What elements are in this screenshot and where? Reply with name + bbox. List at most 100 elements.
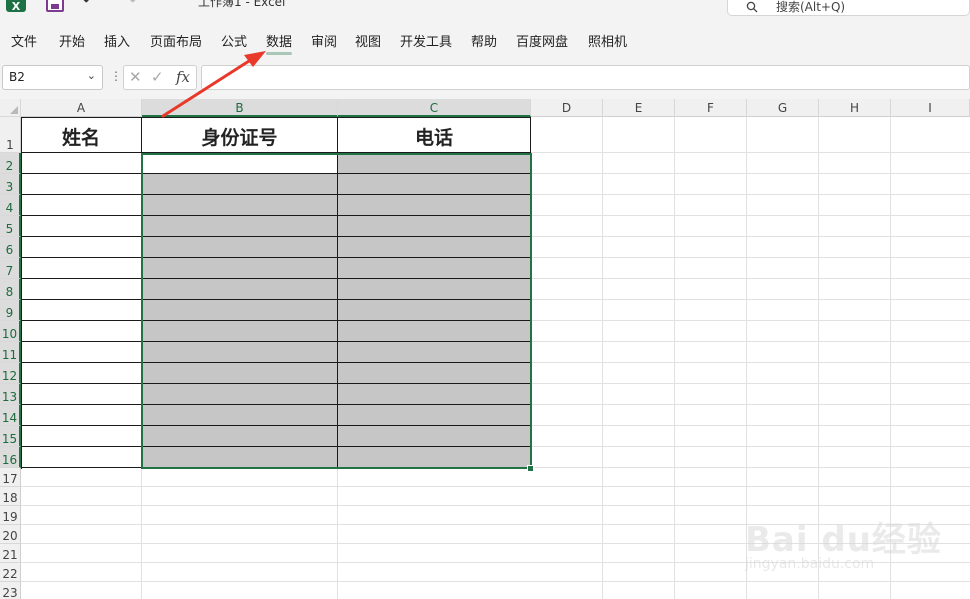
column-header-c[interactable]: C — [338, 99, 531, 117]
row-header-20[interactable]: 20 — [0, 525, 21, 544]
tab-baidu-netdisk[interactable]: 百度网盘 — [516, 31, 568, 50]
cell-b2[interactable] — [142, 153, 338, 174]
cell-a11[interactable] — [21, 342, 142, 363]
column-header-e[interactable]: E — [603, 99, 675, 117]
row-header-17[interactable]: 17 — [0, 468, 21, 487]
tab-data[interactable]: 数据 — [266, 31, 293, 55]
cell-b6[interactable] — [142, 237, 338, 258]
tab-camera[interactable]: 照相机 — [588, 31, 627, 50]
cell-a16[interactable] — [21, 447, 142, 468]
fill-handle[interactable] — [527, 465, 534, 472]
row-header-13[interactable]: 13 — [0, 384, 21, 405]
cell-c3[interactable] — [338, 174, 531, 195]
cell-c5[interactable] — [338, 216, 531, 237]
column-header-h[interactable]: H — [819, 99, 891, 117]
tab-formulas[interactable]: 公式 — [221, 31, 247, 50]
row-header-7[interactable]: 7 — [0, 258, 21, 279]
cell-a13[interactable] — [21, 384, 142, 405]
cell-a5[interactable] — [21, 216, 142, 237]
cell-c2[interactable] — [338, 153, 531, 174]
row-header-12[interactable]: 12 — [0, 363, 21, 384]
cell-a1[interactable]: 姓名 — [21, 117, 142, 153]
name-box[interactable]: B2 ⌄ — [2, 65, 103, 90]
row-header-21[interactable]: 21 — [0, 544, 21, 563]
cell-c11[interactable] — [338, 342, 531, 363]
select-all-button[interactable] — [0, 99, 21, 117]
cell-b13[interactable] — [142, 384, 338, 405]
row-header-8[interactable]: 8 — [0, 279, 21, 300]
cell-a2[interactable] — [21, 153, 142, 174]
fx-icon[interactable]: fx — [176, 68, 190, 86]
row-header-6[interactable]: 6 — [0, 237, 21, 258]
cell-b9[interactable] — [142, 300, 338, 321]
undo-icon[interactable]: ↶ ˅ — [82, 0, 112, 11]
enter-icon[interactable]: ✓ — [151, 68, 164, 86]
cell-a15[interactable] — [21, 426, 142, 447]
cell-a10[interactable] — [21, 321, 142, 342]
cell-b1[interactable]: 身份证号 — [142, 117, 338, 153]
column-header-f[interactable]: F — [675, 99, 747, 117]
row-header-5[interactable]: 5 — [0, 216, 21, 237]
cell-b11[interactable] — [142, 342, 338, 363]
cell-a9[interactable] — [21, 300, 142, 321]
cell-c6[interactable] — [338, 237, 531, 258]
cell-a4[interactable] — [21, 195, 142, 216]
cell-a12[interactable] — [21, 363, 142, 384]
search-box[interactable]: 搜索(Alt+Q) — [727, 0, 970, 16]
cell-b8[interactable] — [142, 279, 338, 300]
cell-c16[interactable] — [338, 447, 531, 468]
cell-c15[interactable] — [338, 426, 531, 447]
cell-c8[interactable] — [338, 279, 531, 300]
row-header-14[interactable]: 14 — [0, 405, 21, 426]
formula-input[interactable] — [201, 65, 970, 90]
cell-c1[interactable]: 电话 — [338, 117, 531, 153]
cell-b12[interactable] — [142, 363, 338, 384]
redo-icon[interactable]: ↷ ˅ — [122, 0, 152, 11]
cell-c9[interactable] — [338, 300, 531, 321]
cell-b7[interactable] — [142, 258, 338, 279]
cancel-icon[interactable]: ✕ — [129, 68, 142, 86]
row-header-19[interactable]: 19 — [0, 506, 21, 525]
tab-insert[interactable]: 插入 — [104, 31, 130, 50]
cell-c4[interactable] — [338, 195, 531, 216]
cell-a3[interactable] — [21, 174, 142, 195]
cell-b3[interactable] — [142, 174, 338, 195]
row-header-23[interactable]: 23 — [0, 582, 21, 599]
cell-a8[interactable] — [21, 279, 142, 300]
column-header-d[interactable]: D — [531, 99, 603, 117]
row-header-9[interactable]: 9 — [0, 300, 21, 321]
row-header-10[interactable]: 10 — [0, 321, 21, 342]
cell-c10[interactable] — [338, 321, 531, 342]
cell-b4[interactable] — [142, 195, 338, 216]
tab-help[interactable]: 帮助 — [471, 31, 497, 50]
more-vertical-icon[interactable]: ⋮ — [110, 69, 122, 83]
row-header-3[interactable]: 3 — [0, 174, 21, 195]
cell-a6[interactable] — [21, 237, 142, 258]
tab-home[interactable]: 开始 — [59, 31, 85, 50]
cell-c7[interactable] — [338, 258, 531, 279]
cell-b10[interactable] — [142, 321, 338, 342]
chevron-down-icon[interactable]: ⌄ — [87, 69, 96, 82]
cell-a7[interactable] — [21, 258, 142, 279]
column-header-b[interactable]: B — [142, 99, 338, 117]
row-header-18[interactable]: 18 — [0, 487, 21, 506]
cell-b16[interactable] — [142, 447, 338, 468]
column-header-g[interactable]: G — [747, 99, 819, 117]
tab-review[interactable]: 审阅 — [311, 31, 337, 50]
cell-b14[interactable] — [142, 405, 338, 426]
cell-b5[interactable] — [142, 216, 338, 237]
cell-c14[interactable] — [338, 405, 531, 426]
tab-view[interactable]: 视图 — [355, 31, 381, 50]
column-header-i[interactable]: I — [891, 99, 970, 117]
cell-a14[interactable] — [21, 405, 142, 426]
column-header-a[interactable]: A — [21, 99, 142, 117]
cell-b15[interactable] — [142, 426, 338, 447]
customize-quick-access-icon[interactable]: ˅ — [163, 0, 169, 6]
tab-page-layout[interactable]: 页面布局 — [150, 31, 202, 50]
save-icon[interactable] — [46, 0, 64, 12]
row-header-16[interactable]: 16 — [0, 447, 21, 468]
cell-c12[interactable] — [338, 363, 531, 384]
row-header-4[interactable]: 4 — [0, 195, 21, 216]
row-header-2[interactable]: 2 — [0, 153, 21, 174]
row-header-1[interactable]: 1 — [0, 117, 21, 153]
